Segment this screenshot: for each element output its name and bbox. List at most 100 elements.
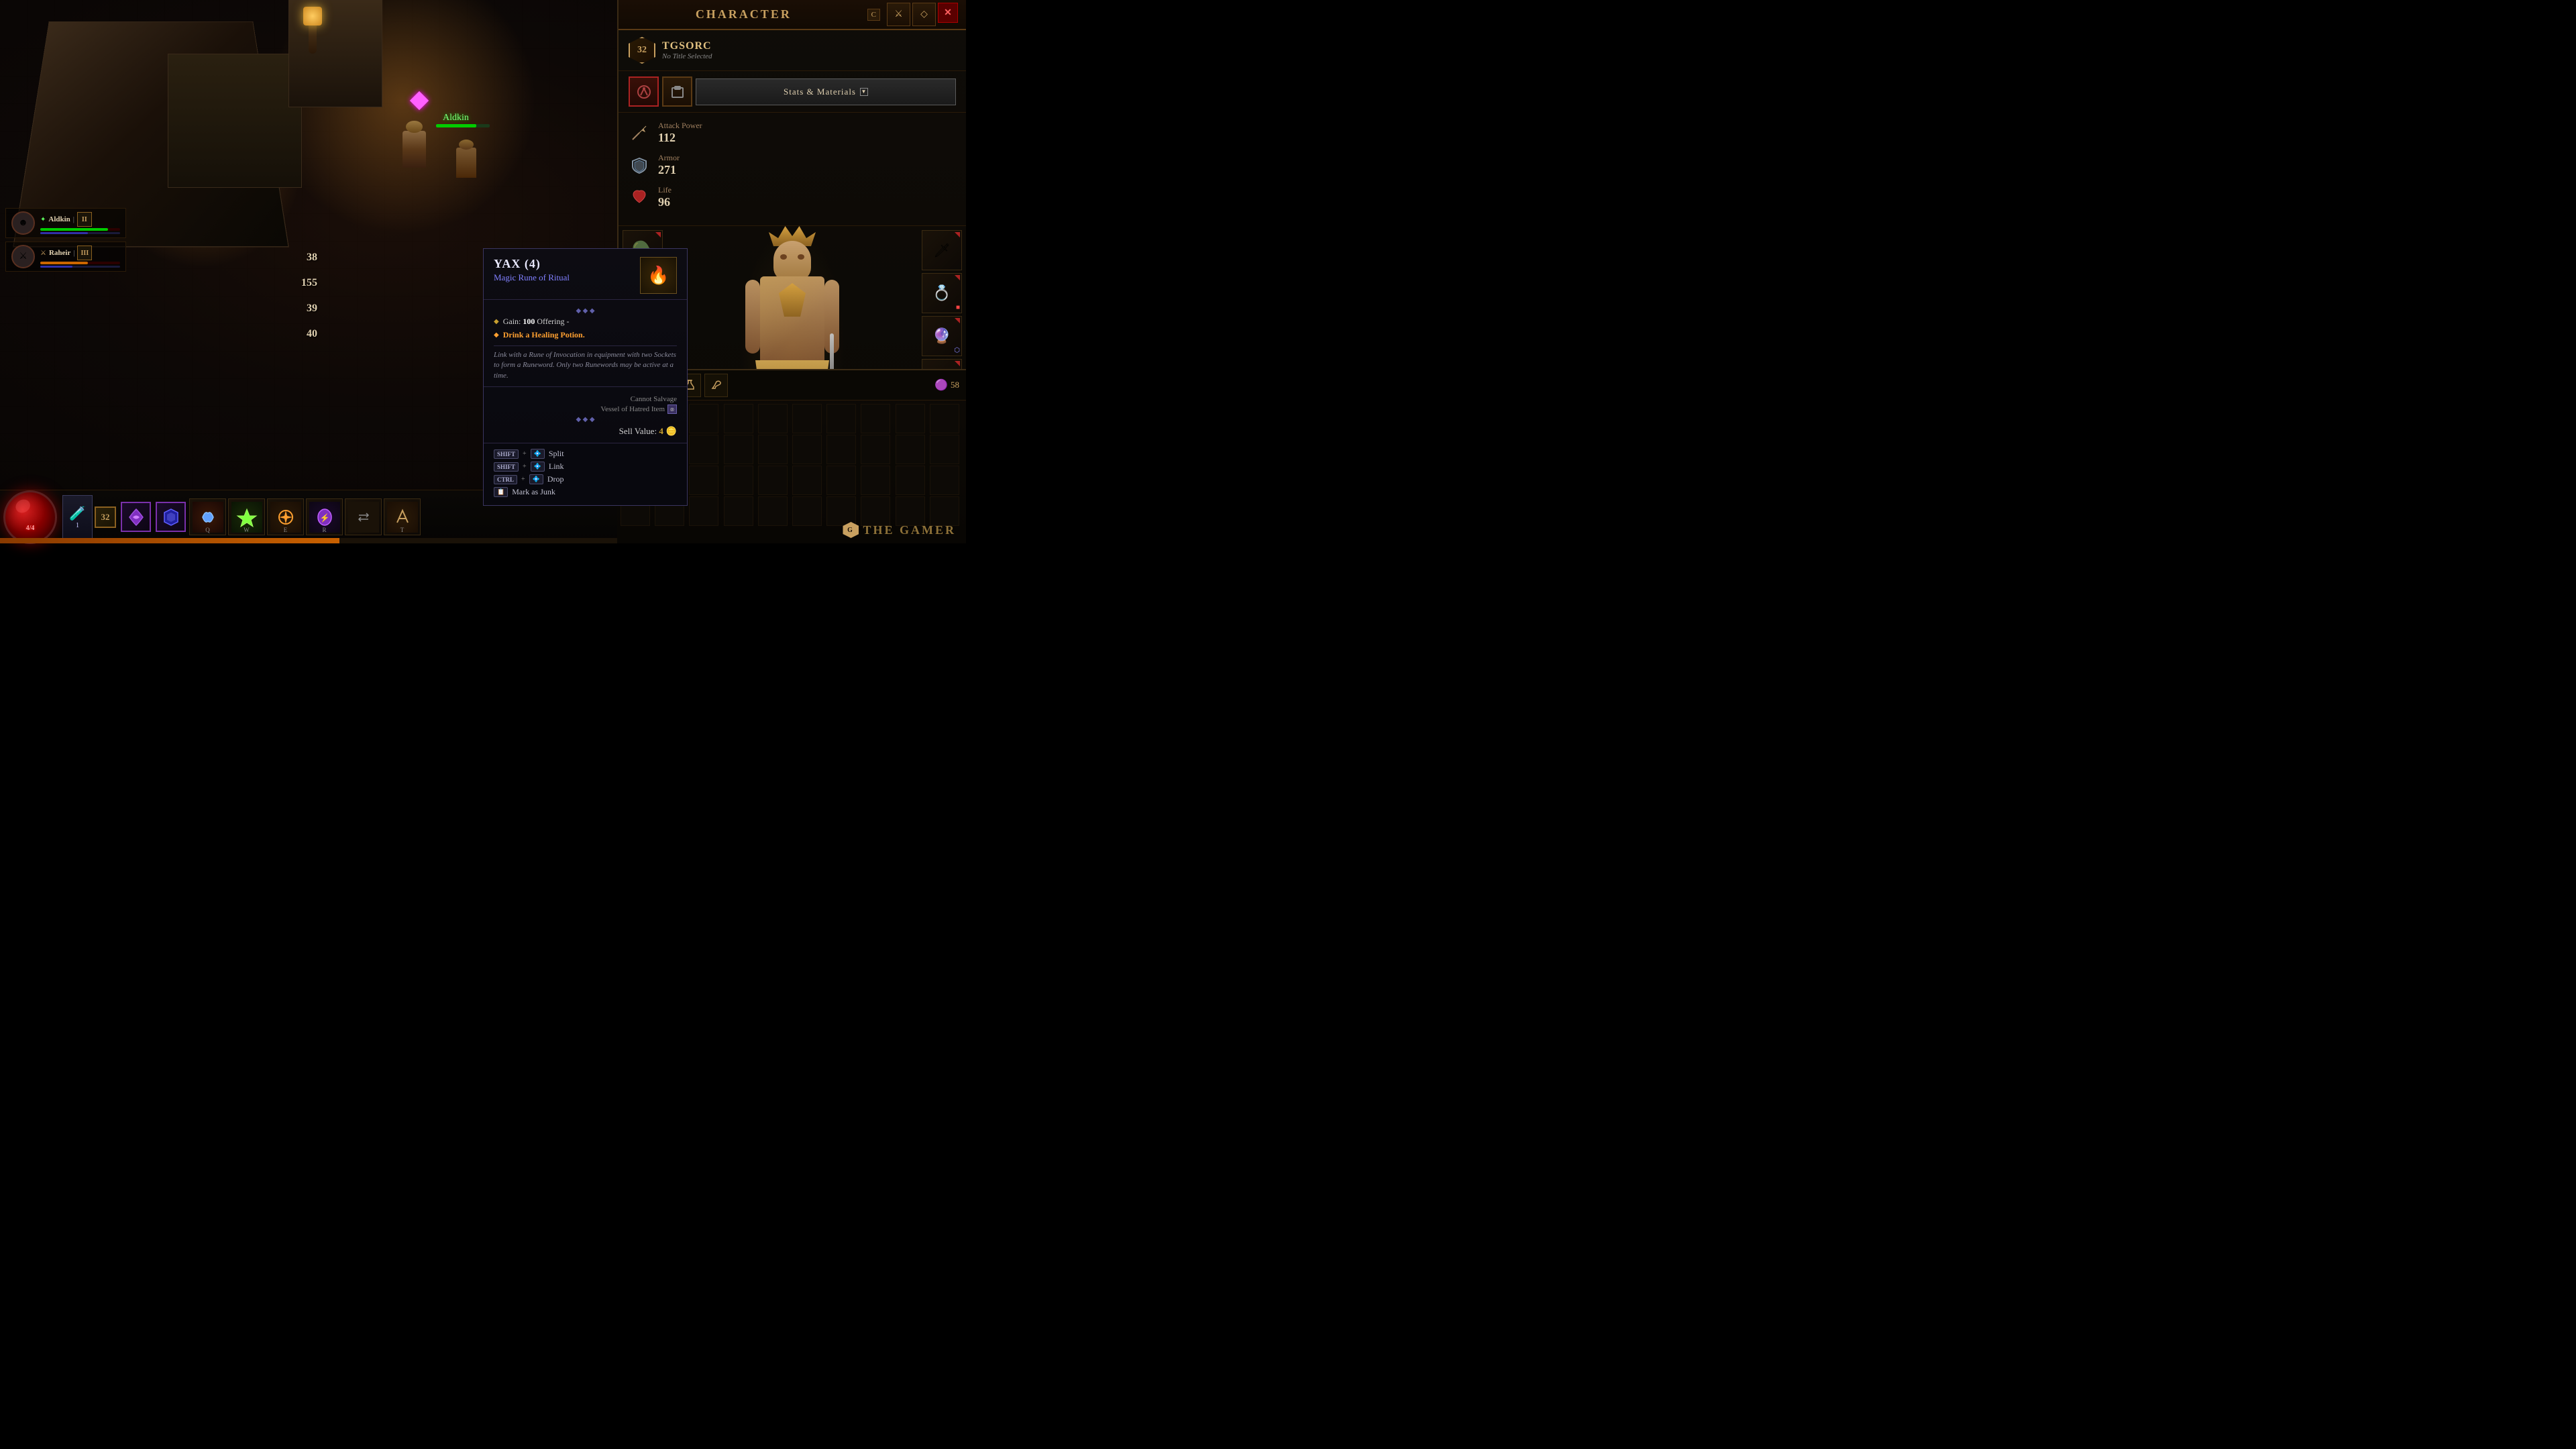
context-drop[interactable]: CTRL + 💠 Drop xyxy=(494,474,677,484)
gold-value: 58 xyxy=(951,380,959,390)
skill-slot-swap[interactable] xyxy=(345,498,382,535)
context-split[interactable]: SHIFT + 💠 Split xyxy=(494,449,677,459)
party-name-2: Raheir xyxy=(49,249,70,257)
equip-slot-ring2[interactable]: 💍 ■ xyxy=(922,273,962,313)
armor-label: Armor xyxy=(658,153,680,163)
party-avatar-1: ☻ xyxy=(11,211,35,235)
action-drop: Drop xyxy=(547,474,564,484)
char-eye-right xyxy=(798,254,804,260)
inv-cell-2-4[interactable] xyxy=(758,466,788,495)
tab-stats-icon[interactable] xyxy=(629,76,659,107)
tooltip-effect-1: ◆ Gain: 100 Offering - xyxy=(494,317,677,327)
item-name: YAX (4) xyxy=(494,257,570,271)
party-info-2: ⚔ Raheir | III xyxy=(40,246,120,268)
tab-inventory-icon[interactable] xyxy=(662,76,692,107)
context-link[interactable]: SHIFT + 💠 Link xyxy=(494,462,677,472)
kbd-icon-drop: 💠 xyxy=(529,474,543,484)
party-level-2: III xyxy=(77,246,92,260)
inv-cell-2-8[interactable] xyxy=(896,466,925,495)
tooltip-body: ◆ ◆ ◆ ◆ Gain: 100 Offering - ◆ Drink a H… xyxy=(484,300,687,386)
skill-slot-r[interactable]: ⚡ R xyxy=(306,498,343,535)
waypoint-marker[interactable] xyxy=(410,91,429,110)
inv-cell-3-4[interactable] xyxy=(758,496,788,526)
inv-cell-0-8[interactable] xyxy=(896,404,925,433)
inv-cell-1-2[interactable] xyxy=(689,435,718,464)
party-hp-fill-1 xyxy=(40,228,108,231)
stone-pillar xyxy=(288,0,382,107)
party-hp-fill-2 xyxy=(40,262,88,264)
player-health-fill xyxy=(436,124,476,127)
skill-slot-q[interactable]: Q xyxy=(189,498,226,535)
skill-hotkey-t: T xyxy=(400,527,405,533)
party-mana-bar-1 xyxy=(40,232,120,234)
inv-cell-2-9[interactable] xyxy=(930,466,959,495)
inv-cell-0-6[interactable] xyxy=(826,404,856,433)
inv-cell-0-2[interactable] xyxy=(689,404,718,433)
life-label: Life xyxy=(658,185,672,195)
item-icon: 🔥 xyxy=(640,257,677,294)
inv-cell-2-6[interactable] xyxy=(826,466,856,495)
inventory-count-40: 40 xyxy=(307,328,317,340)
map-btn[interactable]: ◇ xyxy=(912,3,936,26)
stats-materials-label: Stats & Materials xyxy=(784,87,856,97)
char-arm-left xyxy=(745,280,760,354)
inv-cell-3-5[interactable] xyxy=(792,496,822,526)
char-level-badge: 32 xyxy=(629,37,655,64)
player-name-label: Aldkin xyxy=(443,113,469,123)
potion-count: 1 xyxy=(76,522,79,529)
skill-slot-e[interactable]: E xyxy=(267,498,304,535)
inv-cell-0-5[interactable] xyxy=(792,404,822,433)
inv-cell-0-7[interactable] xyxy=(861,404,890,433)
equip-slot-pants[interactable]: 🔮 ⬡ xyxy=(922,316,962,356)
inv-cell-0-3[interactable] xyxy=(724,404,753,433)
action-split: Split xyxy=(549,449,564,459)
context-junk[interactable]: 📋 Mark as Junk xyxy=(494,487,677,497)
party-mana-fill-2 xyxy=(40,266,72,268)
party-info-1: ✦ Aldkin | II xyxy=(40,212,120,234)
inv-cell-1-9[interactable] xyxy=(930,435,959,464)
char-panel-header: CHARACTER C ⚔ ◇ ✕ xyxy=(619,0,966,30)
inv-cell-1-6[interactable] xyxy=(826,435,856,464)
effect-text-2: Drink a Healing Potion. xyxy=(503,330,585,340)
inv-cell-2-2[interactable] xyxy=(689,466,718,495)
inv-cell-1-4[interactable] xyxy=(758,435,788,464)
inv-cell-1-8[interactable] xyxy=(896,435,925,464)
inv-cell-3-2[interactable] xyxy=(689,496,718,526)
tooltip-divider-top: ◆ ◆ ◆ xyxy=(494,307,677,315)
party-icon-1: ✦ xyxy=(40,216,46,223)
inv-cell-2-7[interactable] xyxy=(861,466,890,495)
watermark-text: THE GAMER xyxy=(863,523,956,537)
health-value: 4/4 xyxy=(26,525,35,532)
equip-slot-offhand[interactable]: 🗡 xyxy=(922,230,962,270)
close-character-btn[interactable]: ✕ xyxy=(938,3,958,23)
skill-slot-t[interactable]: T xyxy=(384,498,421,535)
tooltip-lore: Link with a Rune of Invocation in equipm… xyxy=(494,345,677,381)
party-level-1: II xyxy=(77,212,92,227)
char-shortcut: C xyxy=(867,9,880,21)
stats-materials-tab[interactable]: Stats & Materials ▼ xyxy=(696,78,956,105)
inv-cell-0-9[interactable] xyxy=(930,404,959,433)
skills-btn[interactable]: ⚔ xyxy=(887,3,910,26)
char-tabs: Stats & Materials ▼ xyxy=(619,71,966,113)
inv-cell-1-7[interactable] xyxy=(861,435,890,464)
inv-cell-2-5[interactable] xyxy=(792,466,822,495)
inv-cell-3-3[interactable] xyxy=(724,496,753,526)
vessel-tag-row: Vessel of Hatred Item ⊗ xyxy=(494,405,677,414)
char-torso xyxy=(760,276,824,364)
inv-cell-1-3[interactable] xyxy=(724,435,753,464)
skill-slot-special-1[interactable] xyxy=(121,502,151,532)
level-badge-hud: 32 xyxy=(95,506,116,528)
inv-cell-1-5[interactable] xyxy=(792,435,822,464)
skill-hotkey-e: E xyxy=(284,527,288,533)
skill-slot-special-2[interactable] xyxy=(156,502,186,532)
party-icon-2: ⚔ xyxy=(40,250,46,257)
char-title-sub: No Title Selected xyxy=(662,52,712,60)
skill-slot-w[interactable]: W xyxy=(228,498,265,535)
party-hp-bar-1 xyxy=(40,228,120,231)
inv-cell-2-3[interactable] xyxy=(724,466,753,495)
skill-hotkey-r: R xyxy=(322,527,326,533)
potion-slot[interactable]: 🧪 1 xyxy=(62,495,93,539)
inv-tool-wrench[interactable] xyxy=(704,374,728,397)
attack-power-value: 112 xyxy=(658,131,702,145)
inv-cell-0-4[interactable] xyxy=(758,404,788,433)
